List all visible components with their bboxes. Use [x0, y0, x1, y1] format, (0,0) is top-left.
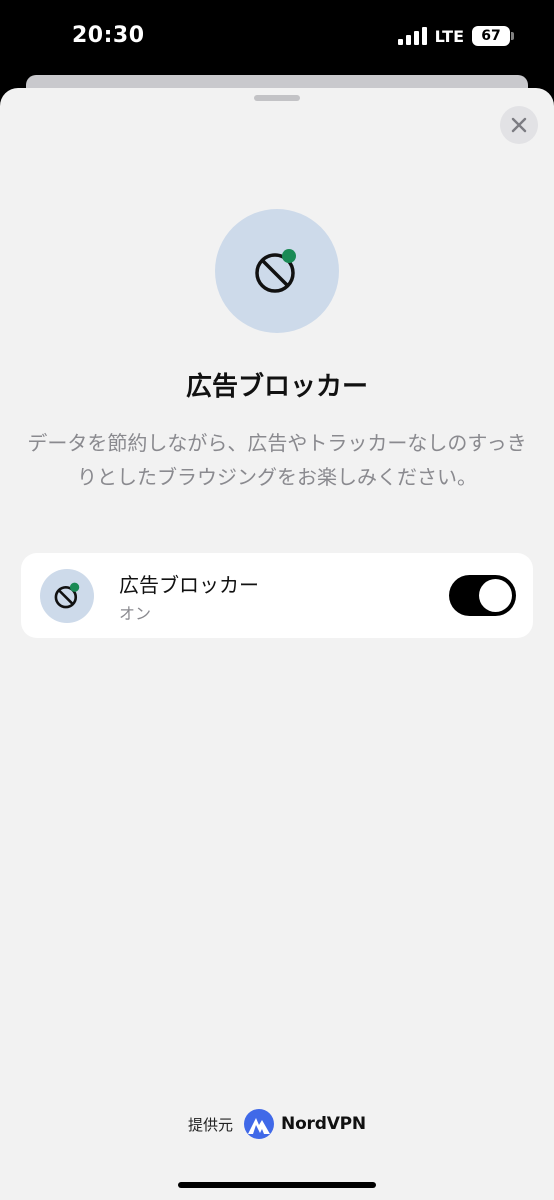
network-type: LTE	[434, 26, 464, 46]
close-button[interactable]	[500, 106, 538, 144]
provider-footer: 提供元 NordVPN	[0, 1108, 554, 1140]
ad-blocker-toggle[interactable]	[449, 575, 516, 616]
battery-level: 67	[481, 28, 501, 44]
signal-strength-icon	[397, 27, 427, 45]
setting-icon-circle	[40, 569, 94, 623]
sheet-grabber[interactable]	[254, 95, 300, 101]
ad-blocker-setting-row: 広告ブロッカー オン	[21, 553, 533, 638]
ad-blocker-sheet: 広告ブロッカー データを節約しながら、広告やトラッカーなしのすっきりとしたブラウ…	[0, 88, 554, 1200]
brand-name: NordVPN	[281, 1114, 366, 1134]
ad-blocker-icon	[255, 249, 296, 293]
battery-icon: 67	[472, 26, 514, 46]
ad-blocker-icon	[54, 582, 80, 609]
status-time: 20:30	[72, 23, 145, 48]
toggle-knob	[479, 579, 512, 612]
status-bar: 20:30 LTE 67	[0, 0, 554, 80]
provided-by-label: 提供元	[188, 1115, 234, 1134]
nordvpn-logo-icon	[244, 1109, 275, 1139]
close-icon	[511, 117, 527, 133]
status-indicators: LTE 67	[397, 26, 514, 46]
hero-icon-circle	[215, 209, 339, 333]
setting-state: オン	[119, 604, 152, 623]
page-description: データを節約しながら、広告やトラッカーなしのすっきりとしたブラウジングをお楽しみ…	[27, 431, 527, 489]
home-indicator[interactable]	[178, 1182, 376, 1188]
page-title: 広告ブロッカー	[185, 372, 368, 402]
brand-logo: NordVPN	[243, 1109, 366, 1139]
setting-label: 広告ブロッカー	[119, 573, 259, 597]
